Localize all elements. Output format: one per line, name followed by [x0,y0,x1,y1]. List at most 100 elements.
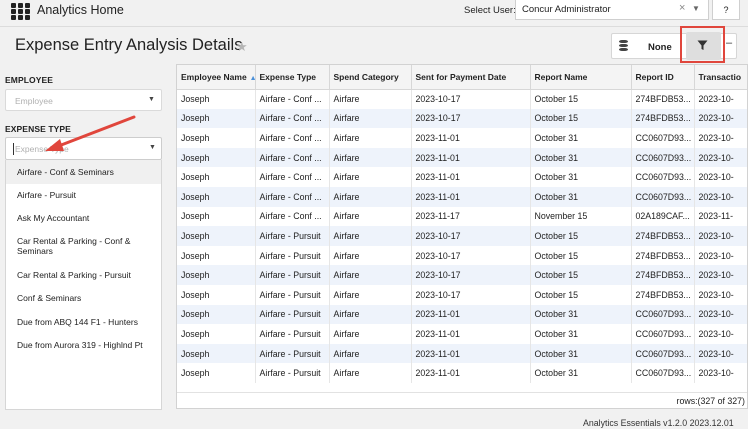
user-select[interactable]: Concur Administrator × ▼ [515,0,709,20]
table-cell: Airfare - Conf ... [255,147,330,168]
table-cell: Airfare [329,363,412,383]
table-cell: 2023-11-01 [411,324,531,344]
dropdown-option[interactable]: Conf & Seminars [6,293,161,303]
table-cell: 2023-10- [694,265,747,285]
table-cell: CC0607D93... [631,147,695,168]
table-cell: 2023-11-01 [411,147,531,168]
table-cell: Joseph [177,265,256,285]
column-header[interactable]: Report ID [631,65,695,90]
table-row[interactable]: Joseph Airfare - Pursuit Airfare 2023-11-01… [177,343,747,364]
select-user-label: Select User: [464,5,516,16]
table-row[interactable]: Joseph Airfare - Conf ... Airfare 2023-10-1… [177,108,747,129]
annotation-highlight-box [680,26,725,63]
dropdown-option[interactable]: Ask My Accountant [6,213,161,223]
column-header[interactable]: Sent for Payment Date [411,65,531,90]
employee-placeholder: Employee [15,96,53,106]
table-cell: Airfare [329,284,412,305]
table-cell: October 15 [530,108,632,129]
table-cell: 2023-10- [694,226,747,246]
rows-count: rows:(327 of 327) [676,396,745,406]
table-cell: Airfare - Pursuit [255,284,330,305]
table-cell: 2023-10- [694,304,747,325]
table-row[interactable]: Joseph Airfare - Pursuit Airfare 2023-10-17… [177,245,747,266]
column-header[interactable]: Transactio [694,65,747,90]
table-row[interactable]: Joseph Airfare - Conf ... Airfare 2023-11-0… [177,186,747,207]
dropdown-option[interactable]: Car Rental & Parking - Pursuit [6,270,161,280]
column-header[interactable]: Report Name [530,65,632,90]
table-cell: 2023-11- [694,206,747,227]
dropdown-option[interactable]: Due from ABQ 144 F1 - Hunters [6,317,161,327]
table-row[interactable]: Joseph Airfare - Conf ... Airfare 2023-10-1… [177,89,747,109]
table-cell: 274BFDB53... [631,284,695,305]
table-cell: 2023-11-01 [411,186,531,207]
table-cell: Airfare - Conf ... [255,167,330,187]
star-icon[interactable]: ★ [236,39,248,55]
table-cell: Joseph [177,186,256,207]
column-header[interactable]: Expense Type [255,65,330,90]
sort-ascending-icon[interactable]: ▲ [250,75,254,82]
app-title[interactable]: Analytics Home [37,3,124,17]
table-row[interactable]: Joseph Airfare - Conf ... Airfare 2023-11-0… [177,167,747,187]
table-cell: Airfare - Conf ... [255,206,330,227]
table-cell: October 31 [530,324,632,344]
help-button[interactable]: ? [712,0,740,20]
employee-select[interactable]: Employee ▼ [5,89,162,111]
table-cell: October 31 [530,304,632,325]
table-cell: Airfare [329,343,412,364]
table-cell: October 15 [530,265,632,285]
dropdown-option[interactable]: Airfare - Pursuit [6,190,161,200]
table-cell: CC0607D93... [631,304,695,325]
table-cell: 274BFDB53... [631,245,695,266]
grid-icon[interactable] [11,3,30,20]
table-cell: CC0607D93... [631,324,695,344]
more-icon[interactable]: – [726,37,732,49]
expense-type-dropdown: Airfare - Conf & Seminars Airfare - Purs… [5,160,162,410]
table-row[interactable]: Joseph Airfare - Pursuit Airfare 2023-11-01… [177,324,747,344]
table-cell: 2023-10-17 [411,265,531,285]
table-row[interactable]: Joseph Airfare - Conf ... Airfare 2023-11-0… [177,147,747,168]
table-cell: Airfare [329,147,412,168]
red-arrow-icon [45,115,136,151]
chevron-down-icon[interactable]: ▼ [149,144,156,151]
table-cell: Joseph [177,167,256,187]
table-row[interactable]: Joseph Airfare - Conf ... Airfare 2023-11-0… [177,128,747,148]
table-cell: October 31 [530,167,632,187]
table-row[interactable]: Joseph Airfare - Pursuit Airfare 2023-11-01… [177,304,747,325]
column-header[interactable]: Spend Category [329,65,412,90]
table-row[interactable]: Joseph Airfare - Pursuit Airfare 2023-10-17… [177,265,747,285]
table-cell: Airfare [329,245,412,266]
table-cell: Joseph [177,343,256,364]
table-cell: 2023-10- [694,284,747,305]
table-cell: Joseph [177,324,256,344]
table-cell: Joseph [177,226,256,246]
table-row[interactable]: Joseph Airfare - Pursuit Airfare 2023-10-17… [177,226,747,246]
chevron-down-icon[interactable]: ▼ [148,96,155,103]
table-cell: 2023-10- [694,186,747,207]
table-cell: October 31 [530,128,632,148]
table-row[interactable]: Joseph Airfare - Pursuit Airfare 2023-11-01… [177,363,747,383]
table-cell: Airfare [329,226,412,246]
table-cell: 2023-11-01 [411,343,531,364]
table-cell: October 31 [530,343,632,364]
table-footer: rows:(327 of 327) [177,392,747,408]
dropdown-option[interactable]: Car Rental & Parking - Conf & Seminars [6,236,161,256]
table-cell: 2023-10- [694,147,747,168]
clear-icon[interactable]: × [679,2,685,14]
table-cell: 2023-11-01 [411,363,531,383]
chevron-down-icon[interactable]: ▼ [692,4,700,13]
table-cell: 2023-10- [694,128,747,148]
table-cell: October 31 [530,147,632,168]
dropdown-option[interactable]: Due from Aurora 319 - Highlnd Pt [6,340,161,350]
table-cell: 2023-10-17 [411,284,531,305]
bookmark-label: None [648,42,672,53]
dropdown-option[interactable]: Airfare - Conf & Seminars [6,160,161,184]
table-cell: Joseph [177,245,256,266]
table-cell: Airfare - Pursuit [255,363,330,383]
table-row[interactable]: Joseph Airfare - Conf ... Airfare 2023-11-1… [177,206,747,227]
column-header[interactable]: Employee Name▲ [177,65,256,90]
table-cell: Joseph [177,128,256,148]
table-cell: 274BFDB53... [631,108,695,129]
table-cell: 2023-10-17 [411,226,531,246]
table-row[interactable]: Joseph Airfare - Pursuit Airfare 2023-10-17… [177,284,747,305]
table-cell: Airfare - Conf ... [255,89,330,109]
